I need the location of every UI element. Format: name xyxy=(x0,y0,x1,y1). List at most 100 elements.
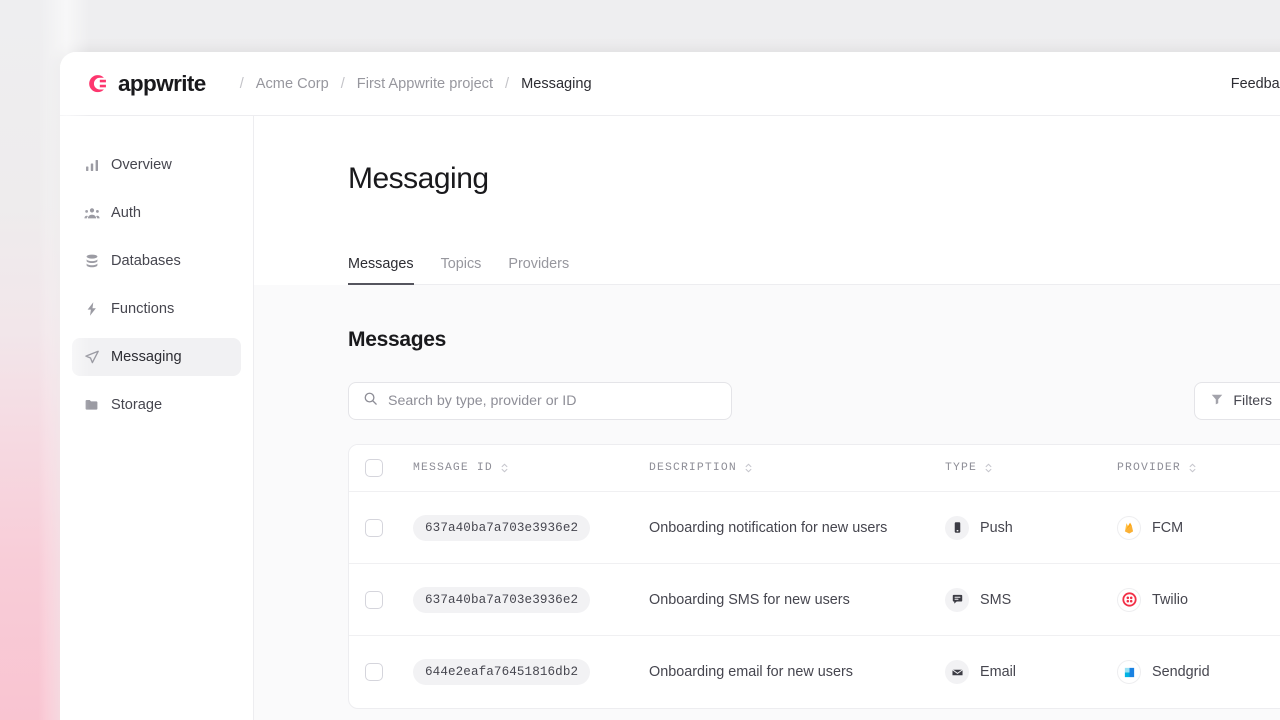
provider-label: FCM xyxy=(1152,519,1184,536)
cell-message-id: 637a40ba7a703e3936e2 xyxy=(413,514,649,541)
tab-providers[interactable]: Providers xyxy=(508,256,569,285)
sidebar-item-label: Functions xyxy=(111,301,175,317)
row-checkbox[interactable] xyxy=(365,663,383,681)
section-title: Messages xyxy=(348,328,446,351)
database-icon xyxy=(84,253,100,269)
chat-bubble-icon xyxy=(945,587,969,612)
sidebar-item-storage[interactable]: Storage xyxy=(72,386,241,424)
bar-chart-icon xyxy=(84,157,100,173)
messages-table: MESSAGE ID DESCRIPTION TYPE PROVIDER 637… xyxy=(348,444,1280,709)
row-checkbox[interactable] xyxy=(365,518,383,537)
select-all-checkbox[interactable] xyxy=(365,459,383,477)
page-title: Messaging xyxy=(348,162,489,195)
toolbar-right-actions: Filters xyxy=(1194,382,1280,420)
search-input[interactable] xyxy=(388,393,717,409)
page-header: Messaging Messages Topics Providers xyxy=(254,116,1280,285)
envelope-icon xyxy=(945,660,969,684)
breadcrumb-separator-1: / xyxy=(340,75,345,92)
cell-provider: Sendgrid xyxy=(1117,660,1280,684)
sort-icon xyxy=(744,462,753,474)
sort-icon xyxy=(500,462,509,474)
table-row[interactable]: 637a40ba7a703e3936e2 Onboarding notifica… xyxy=(349,492,1280,564)
column-header-provider[interactable]: PROVIDER xyxy=(1117,462,1280,474)
cell-provider: Twilio xyxy=(1117,587,1280,612)
cell-provider: FCM xyxy=(1117,515,1280,540)
table-row[interactable]: 637a40ba7a703e3936e2 Onboarding SMS for … xyxy=(349,564,1280,636)
breadcrumb-separator-2: / xyxy=(505,75,510,92)
table-row[interactable]: 644e2eafa76451816db2 Onboarding email fo… xyxy=(349,636,1280,708)
firebase-icon xyxy=(1117,515,1141,540)
feedback-button[interactable]: Feedback xyxy=(1231,76,1280,92)
cell-type: SMS xyxy=(945,587,1117,612)
appwrite-logo-icon xyxy=(86,72,109,95)
breadcrumb-item-2[interactable]: Messaging xyxy=(521,76,592,92)
brand-logo[interactable]: appwrite xyxy=(86,71,206,97)
cell-type: Email xyxy=(945,660,1117,684)
sendgrid-icon xyxy=(1117,660,1141,684)
top-bar-actions: Feedback xyxy=(1231,76,1280,92)
desktop-backdrop: appwrite / Acme Corp / First Appwrite pr… xyxy=(0,0,1280,720)
sidebar-item-label: Overview xyxy=(111,157,172,173)
sidebar-item-databases[interactable]: Databases xyxy=(72,242,241,280)
column-header-message-id[interactable]: MESSAGE ID xyxy=(413,462,649,474)
breadcrumb: / Acme Corp / First Appwrite project / M… xyxy=(228,76,592,92)
sidebar-item-auth[interactable]: Auth xyxy=(72,194,241,232)
sidebar-item-label: Messaging xyxy=(111,349,182,365)
sidebar-item-label: Auth xyxy=(111,205,142,221)
tab-bar: Messages Topics Providers xyxy=(348,256,1280,285)
message-id-pill[interactable]: 637a40ba7a703e3936e2 xyxy=(413,514,591,541)
type-label: Email xyxy=(980,664,1016,680)
table-header-row: MESSAGE ID DESCRIPTION TYPE PROVIDER xyxy=(349,445,1280,492)
sidebar: Overview Auth Databases Functions Messag… xyxy=(60,116,254,720)
column-label: PROVIDER xyxy=(1117,462,1181,474)
column-label: TYPE xyxy=(945,462,977,474)
breadcrumb-item-0[interactable]: Acme Corp xyxy=(256,76,329,92)
cell-message-id: 637a40ba7a703e3936e2 xyxy=(413,586,649,613)
cell-description: Onboarding notification for new users xyxy=(649,519,888,536)
twilio-icon xyxy=(1117,587,1141,612)
select-all-cell xyxy=(365,459,413,477)
cell-description: Onboarding email for new users xyxy=(649,664,853,680)
cell-type: Push xyxy=(945,515,1117,540)
sort-icon xyxy=(1188,462,1197,474)
send-icon xyxy=(84,349,100,365)
provider-label: Sendgrid xyxy=(1152,664,1210,680)
sidebar-item-label: Storage xyxy=(111,397,163,413)
message-id-pill[interactable]: 644e2eafa76451816db2 xyxy=(413,659,591,685)
filters-button[interactable]: Filters xyxy=(1194,382,1280,420)
column-header-description[interactable]: DESCRIPTION xyxy=(649,462,945,474)
column-label: MESSAGE ID xyxy=(413,462,493,474)
row-select-cell xyxy=(365,518,413,537)
provider-label: Twilio xyxy=(1152,591,1188,608)
lightning-icon xyxy=(84,301,100,317)
main-content: Messaging Messages Topics Providers Mess… xyxy=(254,116,1280,720)
filter-icon xyxy=(1210,392,1224,410)
phone-icon xyxy=(945,515,969,540)
top-bar: appwrite / Acme Corp / First Appwrite pr… xyxy=(60,52,1280,116)
app-window: appwrite / Acme Corp / First Appwrite pr… xyxy=(60,52,1280,720)
breadcrumb-item-1[interactable]: First Appwrite project xyxy=(357,76,493,92)
sort-icon xyxy=(984,462,993,474)
sidebar-item-messaging[interactable]: Messaging xyxy=(72,338,241,376)
column-label: DESCRIPTION xyxy=(649,462,737,474)
message-id-pill[interactable]: 637a40ba7a703e3936e2 xyxy=(413,586,591,613)
column-header-type[interactable]: TYPE xyxy=(945,462,1117,474)
users-icon xyxy=(84,205,100,221)
search-input-wrapper[interactable] xyxy=(348,382,732,420)
tab-messages[interactable]: Messages xyxy=(348,256,414,285)
row-checkbox[interactable] xyxy=(365,590,383,609)
search-icon xyxy=(363,391,378,411)
breadcrumb-separator-0: / xyxy=(239,75,244,92)
messages-panel: Messages Search by type, provider or ID … xyxy=(254,285,1280,720)
filters-button-label: Filters xyxy=(1233,393,1272,409)
type-label: Push xyxy=(980,519,1013,536)
table-toolbar: Filters xyxy=(348,382,1280,420)
sidebar-item-functions[interactable]: Functions xyxy=(72,290,241,328)
sidebar-item-overview[interactable]: Overview xyxy=(72,146,241,184)
sidebar-item-label: Databases xyxy=(111,253,181,269)
brand-name: appwrite xyxy=(118,70,206,96)
cell-message-id: 644e2eafa76451816db2 xyxy=(413,659,649,685)
tab-topics[interactable]: Topics xyxy=(441,256,482,285)
row-select-cell xyxy=(365,590,413,609)
type-label: SMS xyxy=(980,591,1012,608)
